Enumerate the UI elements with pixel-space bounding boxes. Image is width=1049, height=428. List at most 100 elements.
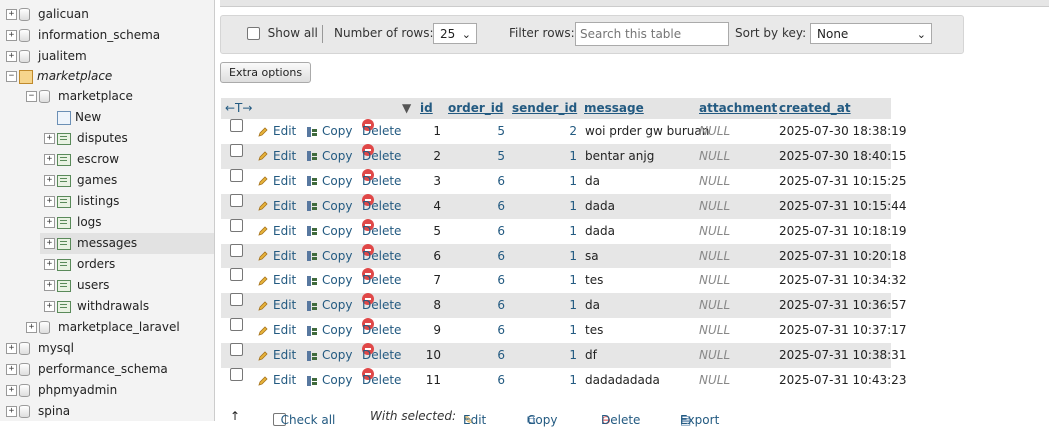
nav-item-listings[interactable]: + listings — [44, 191, 119, 212]
expand-icon[interactable]: + — [44, 154, 55, 165]
nav-item-jualitem[interactable]: + jualitem — [6, 46, 87, 67]
cell-sender-id[interactable]: 1 — [569, 144, 577, 169]
column-header-message[interactable]: message — [584, 98, 644, 119]
top-strip — [220, 0, 1049, 7]
copy-button[interactable]: Copy — [306, 119, 352, 144]
nav-item-mysql[interactable]: + mysql — [6, 338, 74, 359]
column-header-created-at[interactable]: created_at — [779, 98, 851, 119]
expand-icon[interactable]: + — [6, 9, 17, 20]
edit-button[interactable]: Edit — [257, 194, 296, 219]
expand-icon[interactable]: + — [6, 385, 17, 396]
copy-button[interactable]: Copy — [306, 293, 352, 318]
cell-sender-id[interactable]: 1 — [569, 268, 577, 293]
edit-button[interactable]: Edit — [257, 244, 296, 269]
cell-sender-id[interactable]: 2 — [569, 119, 577, 144]
expand-icon[interactable]: + — [44, 301, 55, 312]
cell-sender-id[interactable]: 1 — [569, 194, 577, 219]
copy-button[interactable]: Copy — [306, 169, 352, 194]
edit-button[interactable]: Edit — [257, 119, 296, 144]
cell-sender-id[interactable]: 1 — [569, 368, 577, 393]
expand-icon[interactable]: + — [6, 51, 17, 62]
expand-icon[interactable]: + — [6, 30, 17, 41]
copy-button[interactable]: Copy — [306, 194, 352, 219]
expand-icon[interactable]: + — [44, 280, 55, 291]
sort-dropdown-icon[interactable]: ▼ — [402, 98, 411, 119]
cell-sender-id[interactable]: 1 — [569, 318, 577, 343]
nav-item-marketplace-laravel-schema[interactable]: + marketplace_laravel — [26, 317, 180, 338]
nav-item-messages[interactable]: + messages — [40, 233, 214, 254]
column-header-id[interactable]: id — [420, 98, 433, 119]
nav-item-galicuan[interactable]: + galicuan — [6, 4, 89, 25]
number-of-rows-select[interactable]: 25 ⌄ — [433, 23, 477, 44]
copy-button[interactable]: Copy — [306, 343, 352, 368]
expand-icon[interactable]: + — [26, 322, 37, 333]
cell-order-id[interactable]: 6 — [497, 318, 505, 343]
edit-button[interactable]: Edit — [257, 268, 296, 293]
nav-item-New[interactable]: New — [44, 107, 101, 128]
copy-button[interactable]: Copy — [306, 368, 352, 393]
expand-icon[interactable]: + — [44, 175, 55, 186]
nav-item-label: phpmyadmin — [38, 383, 118, 397]
cell-order-id[interactable]: 6 — [497, 194, 505, 219]
expand-icon[interactable]: + — [6, 364, 17, 375]
cell-order-id[interactable]: 6 — [497, 169, 505, 194]
nav-item-phpmyadmin[interactable]: + phpmyadmin — [6, 380, 117, 401]
collapse-icon[interactable]: − — [6, 71, 17, 82]
cell-order-id[interactable]: 5 — [497, 144, 505, 169]
filter-rows-input[interactable] — [575, 22, 729, 46]
copy-button[interactable]: Copy — [306, 219, 352, 244]
cell-order-id[interactable]: 6 — [497, 244, 505, 269]
copy-button[interactable]: Copy — [306, 268, 352, 293]
nav-item-orders[interactable]: + orders — [44, 254, 115, 275]
panel-splitter[interactable] — [214, 0, 215, 421]
database-icon — [19, 363, 30, 376]
nav-item-marketplace[interactable]: − marketplace — [6, 66, 112, 87]
edit-button[interactable]: Edit — [257, 219, 296, 244]
nav-item-information-schema[interactable]: + information_schema — [6, 25, 160, 46]
cell-order-id[interactable]: 6 — [497, 268, 505, 293]
column-header-order-id[interactable]: order_id — [448, 98, 504, 119]
edit-button[interactable]: Edit — [257, 169, 296, 194]
expand-icon[interactable]: + — [6, 406, 17, 417]
expand-icon[interactable]: + — [44, 238, 55, 249]
cell-sender-id[interactable]: 1 — [569, 343, 577, 368]
expand-icon[interactable]: + — [44, 259, 55, 270]
sort-by-key-select[interactable]: None ⌄ — [810, 23, 932, 44]
column-header-attachment[interactable]: attachment — [699, 98, 777, 119]
expand-icon[interactable]: + — [6, 343, 17, 354]
column-header-sender-id[interactable]: sender_id — [512, 98, 577, 119]
expand-icon[interactable]: + — [44, 133, 55, 144]
show-all-checkbox[interactable]: Show all — [247, 26, 318, 40]
expand-icon[interactable]: + — [44, 196, 55, 207]
nav-item-disputes[interactable]: + disputes — [44, 128, 128, 149]
nav-item-logs[interactable]: + logs — [44, 212, 102, 233]
expand-icon[interactable]: + — [44, 217, 55, 228]
nav-item-escrow[interactable]: + escrow — [44, 149, 119, 170]
collapse-icon[interactable]: − — [26, 91, 37, 102]
extra-options-button[interactable]: Extra options — [220, 62, 312, 83]
nav-item-withdrawals[interactable]: + withdrawals — [44, 296, 149, 317]
cell-order-id[interactable]: 6 — [497, 293, 505, 318]
copy-button[interactable]: Copy — [306, 244, 352, 269]
edit-button[interactable]: Edit — [257, 343, 296, 368]
copy-button[interactable]: Copy — [306, 144, 352, 169]
column-arrows-icon[interactable]: ←T→ — [225, 98, 252, 119]
nav-item-performance-schema[interactable]: + performance_schema — [6, 359, 168, 380]
edit-button[interactable]: Edit — [257, 144, 296, 169]
edit-button[interactable]: Edit — [257, 368, 296, 393]
nav-item-users[interactable]: + users — [44, 275, 109, 296]
cell-order-id[interactable]: 6 — [497, 368, 505, 393]
nav-item-games[interactable]: + games — [44, 170, 117, 191]
cell-order-id[interactable]: 5 — [497, 119, 505, 144]
edit-button[interactable]: Edit — [257, 293, 296, 318]
edit-button[interactable]: Edit — [257, 318, 296, 343]
nav-item-spina[interactable]: + spina — [6, 401, 70, 421]
cell-sender-id[interactable]: 1 — [569, 244, 577, 269]
cell-order-id[interactable]: 6 — [497, 219, 505, 244]
cell-order-id[interactable]: 6 — [497, 343, 505, 368]
cell-sender-id[interactable]: 1 — [569, 293, 577, 318]
copy-button[interactable]: Copy — [306, 318, 352, 343]
nav-item-marketplace-schema[interactable]: − marketplace — [26, 86, 133, 107]
cell-sender-id[interactable]: 1 — [569, 169, 577, 194]
cell-sender-id[interactable]: 1 — [569, 219, 577, 244]
